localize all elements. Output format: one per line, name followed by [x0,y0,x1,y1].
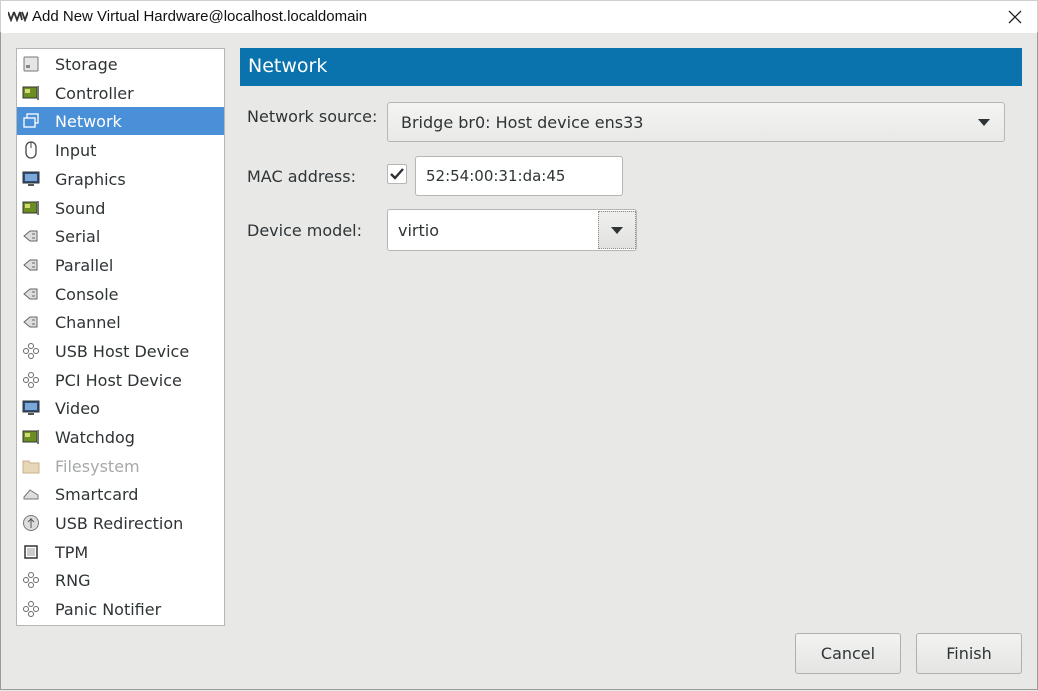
sidebar-item-label: Console [55,284,119,304]
finish-button[interactable]: Finish [916,633,1022,674]
disk-icon [22,55,40,73]
mac-address-checkbox[interactable] [387,164,407,184]
sidebar-item-label: Controller [55,83,134,103]
sidebar-item-parallel[interactable]: Parallel [17,251,224,279]
usb-icon [22,600,40,618]
close-icon [1008,10,1022,24]
sidebar-item-video[interactable]: Video [17,394,224,422]
usb-icon [22,571,40,589]
device-model-label: Device model: [247,221,363,240]
sidebar-item-serial[interactable]: Serial [17,222,224,250]
sidebar-item-label: Parallel [55,255,114,275]
plug-icon [22,313,40,331]
sidebar-item-label: Storage [55,54,118,74]
sidebar-item-pci-host-device[interactable]: PCI Host Device [17,366,224,394]
mouse-icon [22,141,40,159]
sidebar-item-controller[interactable]: Controller [17,79,224,107]
smartcard-icon [22,485,40,503]
sidebar-item-graphics[interactable]: Graphics [17,165,224,193]
sidebar-item-label: Graphics [55,169,126,189]
mac-address-label: MAC address: [247,167,356,186]
monitor-icon [22,170,40,188]
card-icon [22,199,40,217]
plug-icon [22,256,40,274]
sidebar-item-label: Watchdog [55,427,135,447]
sidebar-item-label: USB Host Device [55,341,190,361]
sidebar-item-smartcard[interactable]: Smartcard [17,480,224,508]
sidebar-item-sound[interactable]: Sound [17,194,224,222]
hardware-type-list: Storage Controller Network Input Graphic… [16,48,225,626]
usb-icon [22,342,40,360]
sidebar-item-label: TPM [55,542,89,562]
card-icon [22,84,40,102]
plug-icon [22,227,40,245]
plug-icon [22,285,40,303]
mac-address-input[interactable] [415,156,623,196]
window-title: Add New Virtual Hardware@localhost.local… [32,8,368,25]
virt-manager-logo-icon [8,11,28,22]
sidebar-item-label: Serial [55,226,101,246]
network-source-label: Network source: [247,107,378,126]
sidebar-item-label: Smartcard [55,484,139,504]
checkmark-icon [390,168,404,180]
title-bar: Add New Virtual Hardware@localhost.local… [0,0,1038,33]
sidebar-item-channel[interactable]: Channel [17,308,224,336]
sidebar-item-label: Network [55,111,122,131]
sidebar-item-watchdog[interactable]: Watchdog [17,423,224,451]
sidebar-item-label: Input [55,140,97,160]
sidebar-item-label: USB Redirection [55,513,184,533]
sidebar-item-usb-host-device[interactable]: USB Host Device [17,337,224,365]
folder-icon [22,457,40,475]
chip-icon [22,543,40,561]
sidebar-item-label: Channel [55,312,121,332]
network-icon [22,112,40,130]
sidebar-item-console[interactable]: Console [17,280,224,308]
usb-redir-icon [22,514,40,532]
chevron-down-icon [611,227,623,234]
sidebar-item-label: PCI Host Device [55,370,182,390]
usb-icon [22,371,40,389]
close-button[interactable] [1003,5,1027,29]
chevron-down-icon [978,119,990,126]
sidebar-item-filesystem: Filesystem [17,452,224,480]
section-header: Network [240,48,1022,86]
sidebar-item-rng[interactable]: RNG [17,566,224,594]
sidebar-item-usb-redirection[interactable]: USB Redirection [17,509,224,537]
sidebar-item-label: Sound [55,198,106,218]
sidebar-item-label: Filesystem [55,456,140,476]
monitor-icon [22,399,40,417]
device-model-dropdown-button[interactable] [598,211,636,249]
card-icon [22,428,40,446]
sidebar-item-label: Panic Notifier [55,599,162,619]
sidebar-item-network[interactable]: Network [17,107,224,135]
cancel-button[interactable]: Cancel [795,633,901,674]
network-source-dropdown[interactable]: Bridge br0: Host device ens33 [387,102,1005,142]
sidebar-item-panic-notifier[interactable]: Panic Notifier [17,595,224,623]
sidebar-item-input[interactable]: Input [17,136,224,164]
network-source-value: Bridge br0: Host device ens33 [401,113,644,132]
sidebar-item-storage[interactable]: Storage [17,50,224,78]
sidebar-item-tpm[interactable]: TPM [17,538,224,566]
device-model-input[interactable] [388,210,596,250]
section-title: Network [248,55,328,77]
device-model-combo [387,209,637,251]
sidebar-item-label: RNG [55,570,91,590]
sidebar-item-label: Video [55,398,100,418]
